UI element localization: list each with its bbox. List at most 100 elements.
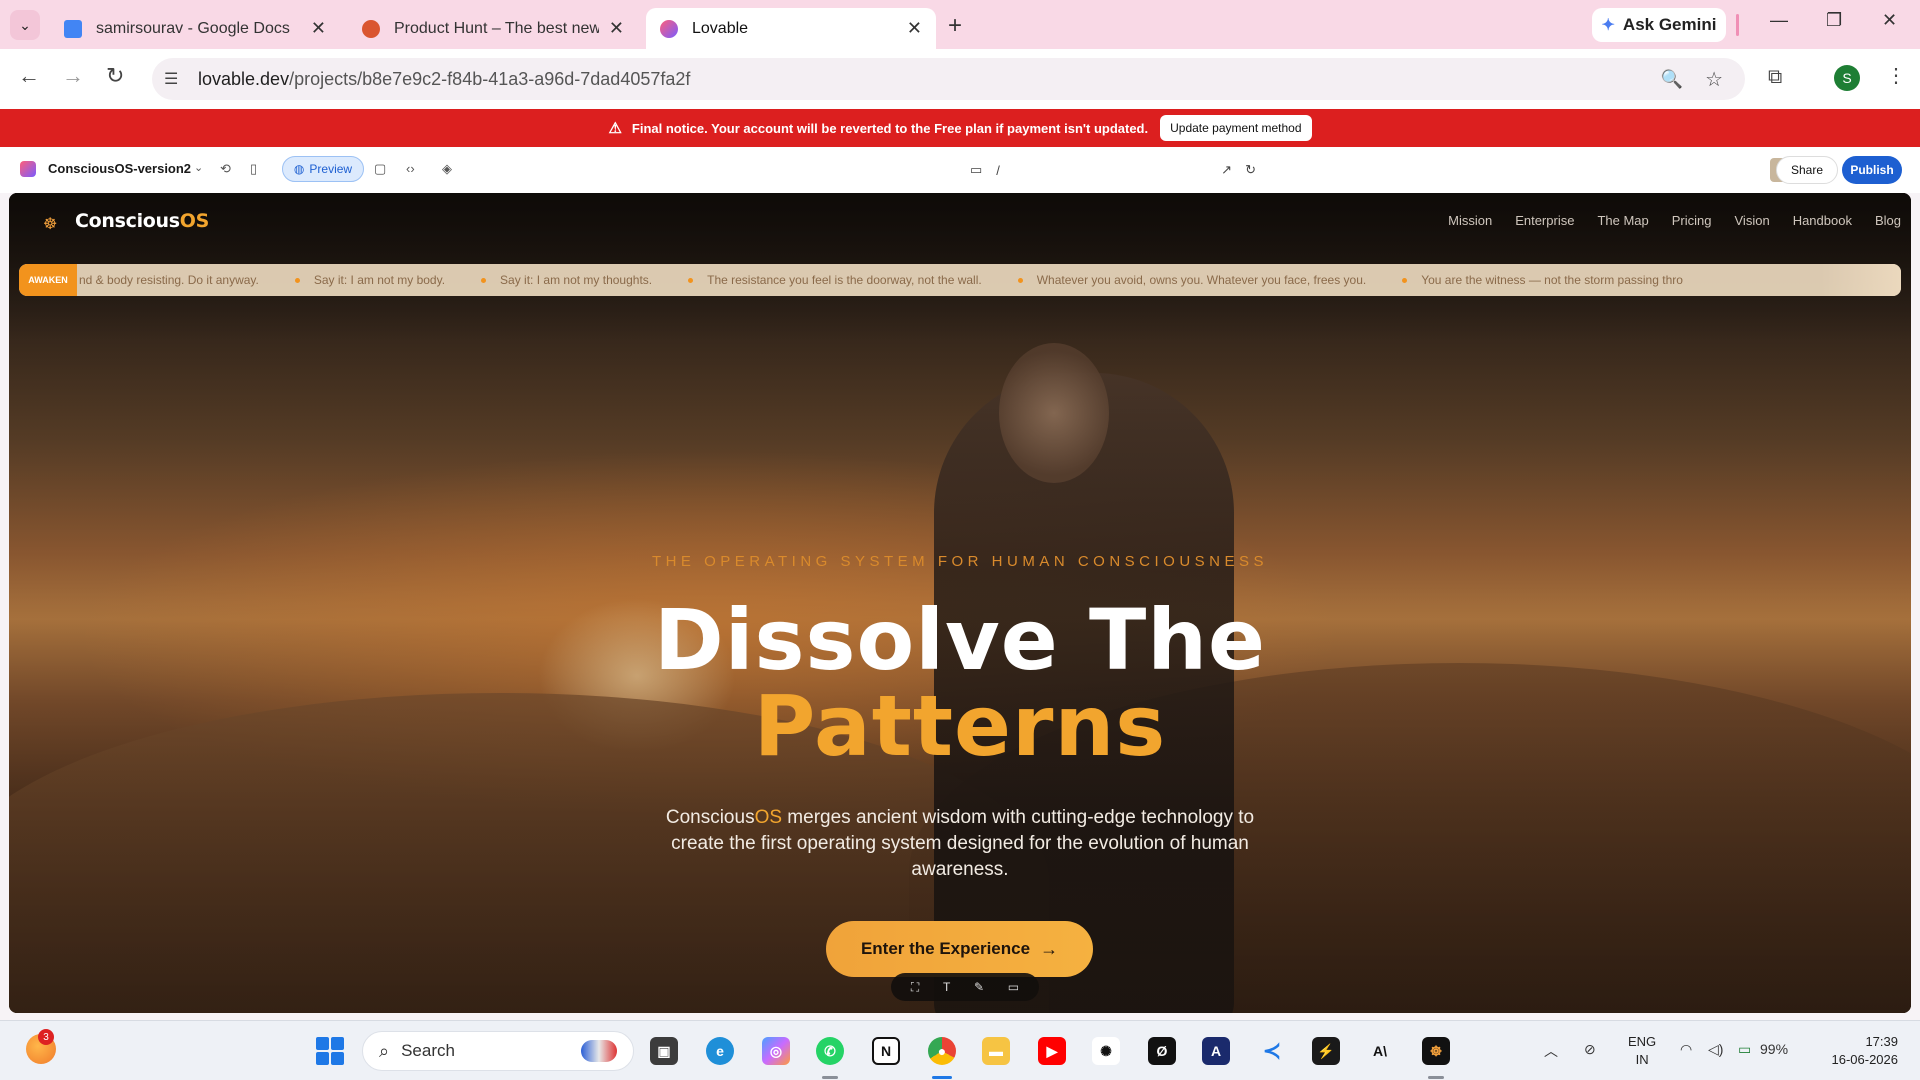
gemini-label: Ask Gemini: [1622, 15, 1717, 34]
device-icon[interactable]: ▭: [970, 162, 982, 178]
address-bar[interactable]: ☰ lovable.dev/projects/b8e7e9c2-f84b-41a…: [152, 58, 1745, 100]
chatgpt-icon[interactable]: ✺: [1092, 1037, 1120, 1065]
windows-taskbar: 3 ⌕ Search ▣ e ◎ ✆ N ● ▬ ▶ ✺ Ø A ≺ ⚡ A\ …: [0, 1020, 1920, 1080]
site-preview: ☸ ConsciousOS Mission Enterprise The Map…: [9, 193, 1911, 1013]
comment-icon[interactable]: ▭: [1008, 980, 1019, 994]
url-domain: lovable.dev: [198, 68, 290, 89]
browser-tab-strip: ⌄ samirsourav - Google Docs ✕ Product Hu…: [0, 0, 1920, 49]
new-tab-button[interactable]: +: [948, 12, 962, 40]
close-icon[interactable]: ✕: [907, 18, 922, 39]
tab-product-hunt[interactable]: Product Hunt – The best new p ✕: [348, 8, 638, 49]
supabase-icon[interactable]: ⚡: [1312, 1037, 1340, 1065]
ticker-text: nd & body resisting. Do it anyway.: [79, 273, 259, 287]
search-icon: ⌕: [379, 1040, 390, 1061]
profile-avatar[interactable]: S: [1834, 65, 1860, 91]
copilot-icon[interactable]: ◎: [762, 1037, 790, 1065]
url-text[interactable]: lovable.dev/projects/b8e7e9c2-f84b-41a3-…: [198, 69, 690, 90]
notion-icon[interactable]: N: [872, 1037, 900, 1065]
sidebar-toggle-icon[interactable]: ▯: [250, 161, 257, 177]
nav-link-enterprise[interactable]: Enterprise: [1515, 213, 1574, 228]
publish-button[interactable]: Publish: [1842, 156, 1902, 184]
bookmark-star-icon[interactable]: ☆: [1705, 67, 1723, 92]
enter-experience-button[interactable]: Enter the Experience →: [826, 921, 1093, 977]
ticker-items: nd & body resisting. Do it anyway. Say i…: [79, 273, 1719, 287]
taskbar-search[interactable]: ⌕ Search: [362, 1031, 634, 1071]
wifi-icon[interactable]: ◠: [1680, 1041, 1692, 1058]
bullet-icon: [481, 277, 487, 283]
language-indicator[interactable]: ENG IN: [1628, 1033, 1656, 1069]
tab-google-docs[interactable]: samirsourav - Google Docs ✕: [50, 8, 340, 49]
notification-badge: 3: [38, 1029, 54, 1045]
chevron-down-icon[interactable]: ⌄: [194, 161, 203, 174]
vscode-icon[interactable]: ≺: [1258, 1037, 1286, 1065]
nav-link-handbook[interactable]: Handbook: [1793, 213, 1852, 228]
open-external-icon[interactable]: ↗: [1221, 162, 1232, 178]
lovable-app-icon[interactable]: ☸: [1422, 1037, 1450, 1065]
close-icon[interactable]: ✕: [609, 18, 624, 39]
folder-icon[interactable]: ▬: [982, 1037, 1010, 1065]
whatsapp-icon[interactable]: ✆: [816, 1037, 844, 1065]
minimize-icon[interactable]: —: [1770, 10, 1788, 31]
cta-label: Enter the Experience: [860, 939, 1031, 958]
subtext-brand-accent: OS: [754, 807, 783, 828]
forward-icon[interactable]: →: [62, 63, 84, 89]
reload-icon[interactable]: ↻: [106, 63, 124, 89]
app-a-icon[interactable]: A: [1202, 1037, 1230, 1065]
anthropic-icon[interactable]: A\: [1366, 1037, 1394, 1065]
ask-gemini-button[interactable]: ✦ Ask Gemini: [1592, 8, 1726, 42]
chrome-icon[interactable]: ●: [928, 1037, 956, 1065]
text-tool-icon[interactable]: T: [943, 980, 950, 994]
route-path[interactable]: /: [996, 163, 1000, 178]
youtube-icon[interactable]: ▶: [1038, 1037, 1066, 1065]
preview-toggle[interactable]: ◍ Preview: [282, 156, 364, 182]
nav-link-the-map[interactable]: The Map: [1597, 213, 1648, 228]
back-icon[interactable]: ←: [18, 63, 40, 89]
zoom-icon[interactable]: 🔍: [1661, 69, 1683, 90]
running-indicator: [1428, 1076, 1444, 1079]
close-window-icon[interactable]: ✕: [1882, 10, 1897, 31]
extensions-icon[interactable]: ⧉: [1768, 66, 1782, 89]
route-bar[interactable]: ▭ / ↗ ↻: [970, 158, 1270, 182]
task-view-icon[interactable]: ▣: [650, 1037, 678, 1065]
chevron-up-icon[interactable]: ︿: [1544, 1041, 1558, 1061]
clock-date: 16-06-2026: [1831, 1052, 1899, 1067]
ticker-tag: AWAKEN: [19, 264, 77, 296]
cloud-off-icon[interactable]: ⊘: [1584, 1041, 1596, 1058]
update-payment-button[interactable]: Update payment method: [1160, 115, 1312, 141]
battery-icon[interactable]: ▭: [1738, 1041, 1751, 1058]
lovable-logo-icon[interactable]: [20, 161, 36, 177]
volume-icon[interactable]: ◁): [1708, 1041, 1723, 1058]
hero-subtext: ConsciousOS merges ancient wisdom with c…: [660, 805, 1260, 883]
lotus-logo-icon[interactable]: ☸: [43, 214, 57, 234]
tab-search-button[interactable]: ⌄: [10, 10, 40, 40]
layers-icon[interactable]: ◈: [442, 161, 452, 177]
nav-link-blog[interactable]: Blog: [1875, 213, 1901, 228]
hero-headline-accent: Patterns: [753, 677, 1167, 775]
more-menu-icon[interactable]: ⋮: [1886, 63, 1906, 88]
file-icon[interactable]: ▢: [374, 161, 386, 177]
restore-icon[interactable]: ❐: [1826, 10, 1842, 31]
windows-start-icon[interactable]: [316, 1037, 344, 1065]
close-icon[interactable]: ✕: [311, 18, 326, 39]
site-logo[interactable]: ConsciousOS: [75, 210, 209, 232]
site-info-icon[interactable]: ☰: [164, 69, 190, 89]
lang-code: ENG: [1628, 1034, 1657, 1049]
edge-icon[interactable]: e: [706, 1037, 734, 1065]
subtext-brand: Conscious: [665, 807, 755, 828]
google-docs-icon: [64, 19, 82, 38]
pencil-icon[interactable]: ✎: [974, 980, 984, 994]
nav-link-pricing[interactable]: Pricing: [1672, 213, 1712, 228]
refresh-icon[interactable]: ↻: [1245, 162, 1256, 178]
history-icon[interactable]: ⟲: [220, 161, 231, 177]
nav-link-vision[interactable]: Vision: [1735, 213, 1770, 228]
system-clock[interactable]: 17:39 16-06-2026: [1818, 1033, 1899, 1069]
code-icon[interactable]: ‹›: [406, 161, 415, 176]
project-name[interactable]: ConsciousOS-version2: [48, 161, 191, 176]
tab-lovable[interactable]: Lovable ✕: [646, 8, 936, 49]
perplexity-icon[interactable]: Ø: [1148, 1037, 1176, 1065]
share-button[interactable]: Share: [1776, 156, 1838, 184]
search-highlight-icon: [581, 1040, 617, 1062]
select-icon[interactable]: ⛶: [911, 980, 919, 995]
nav-link-mission[interactable]: Mission: [1448, 213, 1492, 228]
ticker-text: You are the witness — not the storm pass…: [1421, 273, 1683, 287]
